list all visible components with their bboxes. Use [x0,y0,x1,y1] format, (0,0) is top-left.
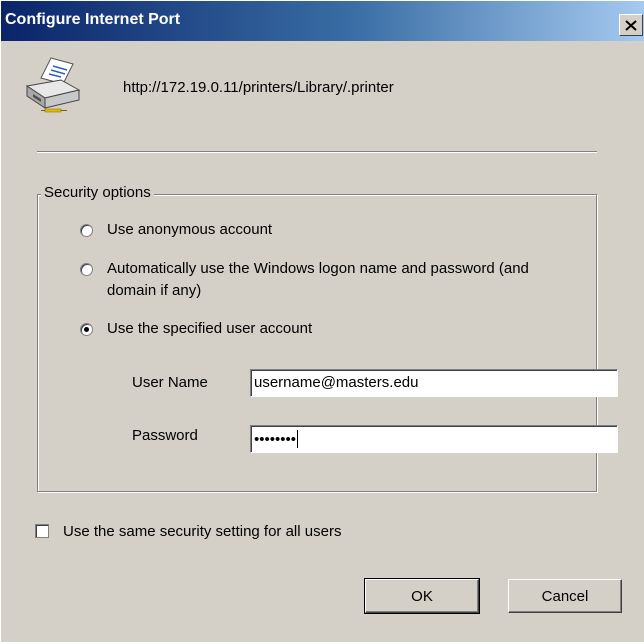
username-label: User Name [132,374,208,391]
radio-windows-logon[interactable] [80,263,93,276]
radio-specified-account-label[interactable]: Use the specified user account [107,320,312,337]
cancel-button-label: Cancel [541,587,589,605]
configure-internet-port-dialog: Configure Internet Port http://172.19.0.… [0,0,644,642]
radio-anonymous-account[interactable] [80,224,93,237]
password-field[interactable]: •••••••• [250,425,618,453]
radio-windows-logon-label-line1[interactable]: Automatically use the Windows logon name… [107,260,529,277]
window-title: Configure Internet Port [5,11,181,28]
password-label: Password [132,427,198,444]
radio-specified-account[interactable] [80,323,93,336]
close-button[interactable] [619,14,643,36]
separator [37,151,597,153]
username-field[interactable]: username@masters.edu [250,369,618,397]
username-value: username@masters.edu [254,374,419,391]
ok-button[interactable]: OK [364,578,480,614]
title-bar[interactable]: Configure Internet Port [1,1,644,41]
same-security-checkbox[interactable] [35,524,49,538]
security-options-legend: Security options [41,184,154,201]
radio-anonymous-account-label[interactable]: Use anonymous account [107,221,272,238]
printer-icon [25,57,81,113]
same-security-label[interactable]: Use the same security setting for all us… [63,523,341,540]
cancel-button[interactable]: Cancel [508,579,622,613]
password-value: •••••••• [254,431,297,448]
radio-selected-dot [84,327,89,332]
port-url: http://172.19.0.11/printers/Library/.pri… [123,79,394,96]
ok-button-label: OK [411,587,433,605]
radio-windows-logon-label-line2[interactable]: domain if any) [107,282,201,299]
text-caret [297,430,299,448]
close-icon [625,19,637,31]
